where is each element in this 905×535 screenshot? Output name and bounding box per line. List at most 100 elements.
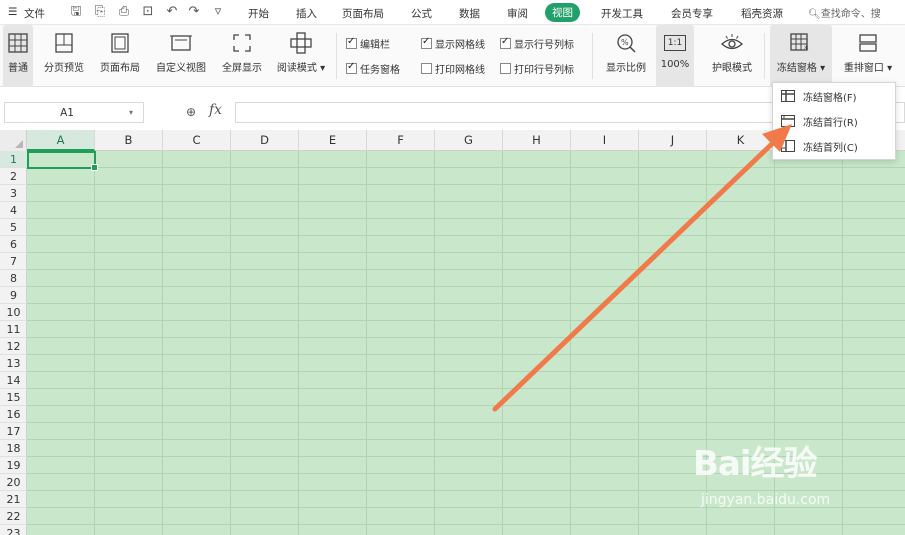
column-header-k[interactable]: K [707,130,775,151]
name-box-value: A1 [60,106,74,119]
rearrange-windows-button[interactable]: 重排窗口 ▾ [838,25,898,87]
row-header-21[interactable]: 21 [0,491,27,508]
column-header-d[interactable]: D [231,130,299,151]
task-pane-checkbox[interactable]: 任务窗格 [346,61,400,76]
menu-item-freeze-top-row[interactable]: 冻结首行(R) [773,109,897,133]
column-header-g[interactable]: G [435,130,503,151]
export-icon[interactable]: ⎘ [92,4,108,20]
save-icon[interactable]: 🖫 [68,4,84,20]
function-icon[interactable]: fx [209,102,222,118]
row-header-23[interactable]: 23 [0,525,27,535]
tab-formulas[interactable]: 公式 [411,6,432,21]
select-all-corner[interactable] [0,130,27,151]
row-header-12[interactable]: 12 [0,338,27,355]
chevron-down-icon[interactable]: ▾ [129,108,143,117]
row-header-11[interactable]: 11 [0,321,27,338]
row-header-14[interactable]: 14 [0,372,27,389]
tab-member[interactable]: 会员专享 [671,6,713,21]
show-gridlines-label: 显示网格线 [435,40,485,51]
row-header-9[interactable]: 9 [0,287,27,304]
tab-developer[interactable]: 开发工具 [601,6,643,21]
ribbon-view: 普通 分页预览 页面布局 自定义视图 全屏显示 阅读模式 ▾ 编辑栏 任务窗格 … [0,25,905,87]
row-header-6[interactable]: 6 [0,236,27,253]
tab-home[interactable]: 开始 [248,6,269,21]
checkbox-checked[interactable] [500,36,511,49]
row-header-5[interactable]: 5 [0,219,27,236]
tab-view[interactable]: 视图 [545,3,580,22]
file-menu[interactable]: 文件 [24,6,45,21]
checkbox-checked[interactable] [421,36,432,49]
reading-mode-icon [290,32,312,54]
column-header-j[interactable]: J [639,130,707,151]
column-header-c[interactable]: C [163,130,231,151]
custom-view-label: 自定义视图 [156,63,206,74]
eye-icon [721,34,743,50]
svg-text:*: * [804,45,809,53]
print-preview-icon[interactable]: ⊡ [140,4,156,20]
menu-item-freeze-panes[interactable]: 冻结窗格(F) [773,84,897,108]
row-header-15[interactable]: 15 [0,389,27,406]
show-headers-checkbox[interactable]: 显示行号列标 [500,36,574,51]
row-header-10[interactable]: 10 [0,304,27,321]
watermark-url: jingyan.baidu.com [701,492,831,508]
hamburger-menu-icon[interactable]: ☰ [8,6,17,18]
search-box[interactable]: 🔍︎查找命令、搜 [808,5,881,20]
print-headers-checkbox[interactable]: 打印行号列标 [500,61,574,76]
checkbox-checked[interactable] [346,61,357,74]
print-icon[interactable]: ⎙ [116,4,132,20]
tab-page-layout[interactable]: 页面布局 [342,6,384,21]
custom-view-button[interactable]: 自定义视图 [150,25,212,87]
row-header-13[interactable]: 13 [0,355,27,372]
column-header-a[interactable]: A [27,130,95,151]
ribbon-divider [764,33,765,79]
page-break-preview-button[interactable]: 分页预览 [38,25,90,87]
column-header-h[interactable]: H [503,130,571,151]
reading-mode-button[interactable]: 阅读模式 ▾ [272,25,330,87]
tab-docer-resources[interactable]: 稻壳资源 [741,6,783,21]
formula-bar: A1 ▾ ⊕ fx [0,99,905,125]
redo-icon[interactable]: ↷ [186,4,202,20]
row-header-18[interactable]: 18 [0,440,27,457]
row-header-4[interactable]: 4 [0,202,27,219]
quick-access-dropdown-icon[interactable]: ▿ [210,4,226,20]
formula-bar-checkbox[interactable]: 编辑栏 [346,36,390,51]
zoom-search-icon[interactable]: ⊕ [186,105,196,119]
row-header-2[interactable]: 2 [0,168,27,185]
zoom-100-button[interactable]: 1:1 100% [656,25,694,87]
print-headers-label: 打印行号列标 [514,65,574,76]
page-layout-view-button[interactable]: 页面布局 [94,25,146,87]
row-header-8[interactable]: 8 [0,270,27,287]
menu-item-freeze-first-column[interactable]: 冻结首列(C) [773,134,897,158]
freeze-panes-button[interactable]: * 冻结窗格 ▾ [770,25,832,87]
undo-icon[interactable]: ↶ [164,4,180,20]
column-header-i[interactable]: I [571,130,639,151]
checkbox-checked[interactable] [346,36,357,49]
row-header-7[interactable]: 7 [0,253,27,270]
column-header-f[interactable]: F [367,130,435,151]
freeze-panes-icon: * [790,33,809,53]
row-header-22[interactable]: 22 [0,508,27,525]
row-header-1[interactable]: 1 [0,151,27,168]
row-header-3[interactable]: 3 [0,185,27,202]
checkbox-unchecked[interactable] [421,63,432,74]
row-header-17[interactable]: 17 [0,423,27,440]
eye-protection-button[interactable]: 护眼模式 [704,25,760,87]
row-header-16[interactable]: 16 [0,406,27,423]
print-gridlines-checkbox[interactable]: 打印网格线 [421,61,485,76]
row-header-19[interactable]: 19 [0,457,27,474]
zoom-button[interactable]: % 显示比例 [600,25,652,87]
show-gridlines-checkbox[interactable]: 显示网格线 [421,36,485,51]
tab-insert[interactable]: 插入 [296,6,317,21]
tab-data[interactable]: 数据 [459,6,480,21]
full-screen-button[interactable]: 全屏显示 [216,25,268,87]
column-header-b[interactable]: B [95,130,163,151]
column-header-e[interactable]: E [299,130,367,151]
task-pane-label: 任务窗格 [360,65,400,76]
name-box[interactable]: A1 ▾ [4,102,144,123]
row-header-20[interactable]: 20 [0,474,27,491]
checkbox-unchecked[interactable] [500,63,511,74]
tab-review[interactable]: 审阅 [507,6,528,21]
normal-view-button[interactable]: 普通 [3,25,33,87]
active-cell-a1[interactable] [27,151,98,171]
watermark-brand: Bai经验 [693,444,818,484]
